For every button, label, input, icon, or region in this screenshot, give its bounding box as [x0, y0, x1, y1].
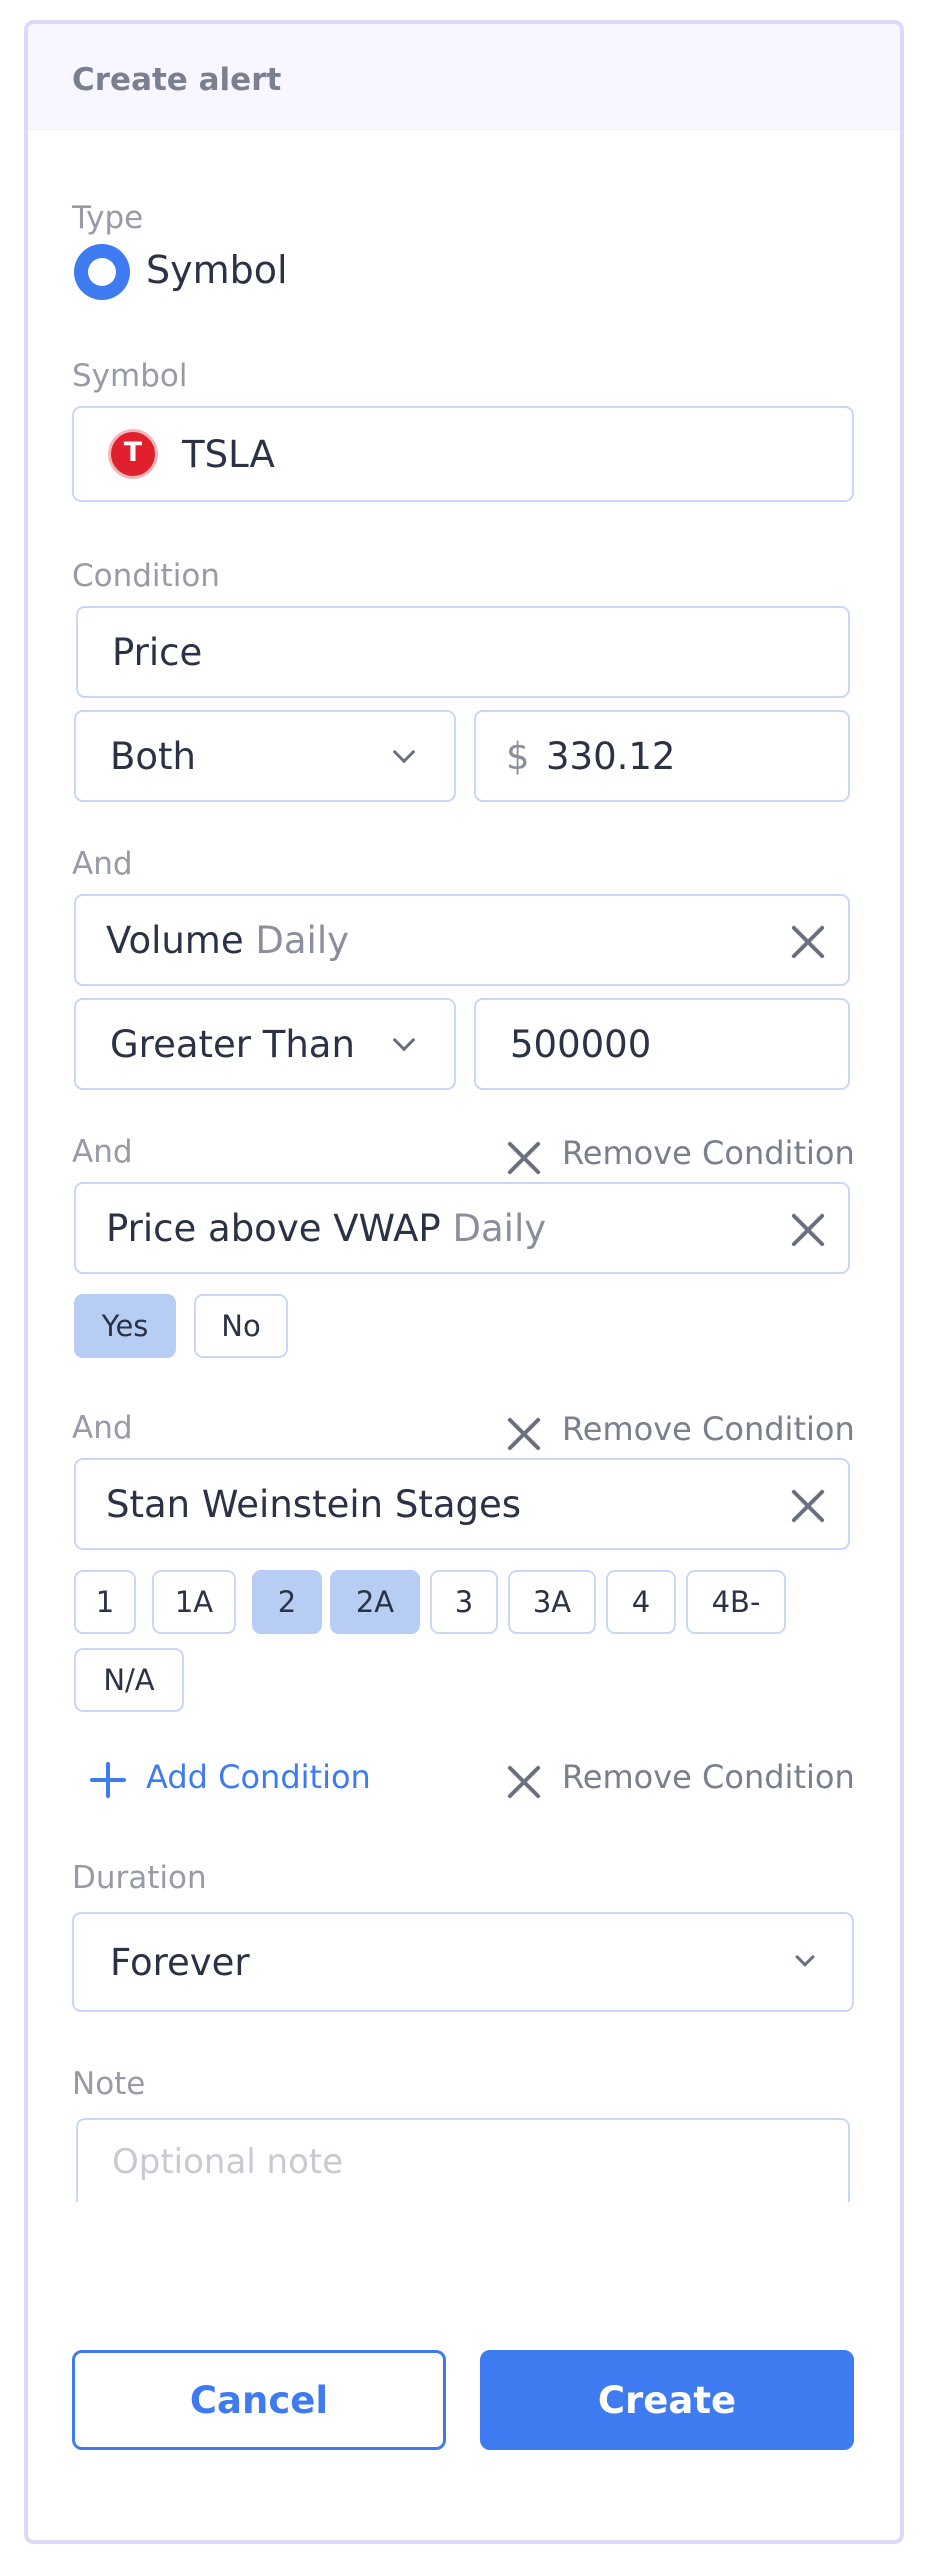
- create-button[interactable]: Create: [480, 2350, 854, 2450]
- stage-option[interactable]: 2A: [330, 1570, 420, 1634]
- remove-condition-icon[interactable]: [504, 1762, 544, 1802]
- remove-condition-icon[interactable]: [504, 1414, 544, 1454]
- volume-condition-field[interactable]: Volume Daily: [74, 894, 850, 986]
- add-condition-button[interactable]: Add Condition: [146, 1758, 371, 1796]
- stage-option[interactable]: 2: [252, 1570, 322, 1634]
- volume-value-input[interactable]: 500000: [474, 998, 850, 1090]
- chevron-down-icon: [392, 740, 416, 764]
- note-label: Note: [72, 2066, 146, 2102]
- chevron-down-icon: [795, 1947, 815, 1967]
- plus-icon[interactable]: [90, 1762, 126, 1798]
- tesla-logo-icon: T: [108, 429, 158, 479]
- symbol-radio[interactable]: [74, 244, 130, 300]
- price-field-select[interactable]: Price: [76, 606, 850, 698]
- symbol-input[interactable]: T TSLA: [72, 406, 854, 502]
- price-operator-select[interactable]: Both: [74, 710, 456, 802]
- type-label: Type: [72, 200, 144, 236]
- clear-condition-icon[interactable]: [788, 1486, 828, 1526]
- price-field-label: Price: [112, 631, 203, 674]
- stage-option[interactable]: N/A: [74, 1648, 184, 1712]
- remove-condition-button[interactable]: Remove Condition: [562, 1410, 855, 1448]
- and-label: And: [72, 1410, 133, 1446]
- currency-symbol: $: [506, 735, 530, 778]
- yes-toggle[interactable]: Yes: [74, 1294, 176, 1358]
- symbol-label: Symbol: [72, 358, 188, 394]
- and-label: And: [72, 846, 133, 882]
- duration-label: Duration: [72, 1860, 207, 1896]
- price-value-input[interactable]: $ 330.12: [474, 710, 850, 802]
- clear-condition-icon[interactable]: [788, 1210, 828, 1250]
- note-fade: [72, 2202, 862, 2262]
- remove-condition-button[interactable]: Remove Condition: [562, 1134, 855, 1172]
- stage-option[interactable]: 3A: [508, 1570, 596, 1634]
- condition-label: Condition: [72, 558, 220, 594]
- create-alert-panel: Create alert Type Symbol Symbol T TSLA C…: [24, 20, 904, 2544]
- panel-header: Create alert: [28, 24, 900, 130]
- condition-field-name: Stan Weinstein Stages: [106, 1483, 522, 1526]
- no-toggle[interactable]: No: [194, 1294, 288, 1358]
- remove-condition-button[interactable]: Remove Condition: [562, 1758, 855, 1796]
- price-operator-value: Both: [110, 735, 196, 778]
- symbol-value: TSLA: [182, 433, 275, 476]
- condition-field-name: Price above VWAP Daily: [106, 1207, 547, 1250]
- cancel-button[interactable]: Cancel: [72, 2350, 446, 2450]
- volume-value: 500000: [510, 1023, 652, 1066]
- clear-condition-icon[interactable]: [788, 922, 828, 962]
- volume-operator-value: Greater Than: [110, 1023, 355, 1066]
- vwap-condition-field[interactable]: Price above VWAP Daily: [74, 1182, 850, 1274]
- stage-option[interactable]: 3: [430, 1570, 498, 1634]
- symbol-radio-label[interactable]: Symbol: [146, 248, 288, 292]
- radio-dot-icon: [88, 258, 116, 286]
- remove-condition-icon[interactable]: [504, 1138, 544, 1178]
- stage-option[interactable]: 1A: [152, 1570, 236, 1634]
- stage-option[interactable]: 4: [606, 1570, 676, 1634]
- stages-condition-field[interactable]: Stan Weinstein Stages: [74, 1458, 850, 1550]
- duration-select[interactable]: Forever: [72, 1912, 854, 2012]
- price-value: 330.12: [546, 735, 676, 778]
- duration-value: Forever: [110, 1941, 250, 1984]
- and-label: And: [72, 1134, 133, 1170]
- volume-operator-select[interactable]: Greater Than: [74, 998, 456, 1090]
- stage-option[interactable]: 1: [74, 1570, 136, 1634]
- condition-field-name: Volume Daily: [106, 919, 350, 962]
- stage-option[interactable]: 4B-: [686, 1570, 786, 1634]
- panel-title: Create alert: [72, 62, 282, 98]
- chevron-down-icon: [392, 1028, 416, 1052]
- note-placeholder: Optional note: [112, 2142, 344, 2182]
